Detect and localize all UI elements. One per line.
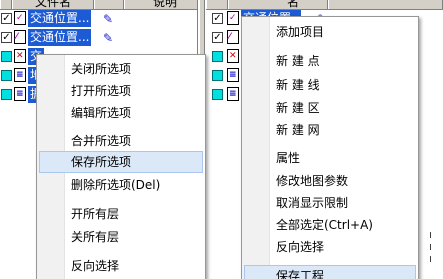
layer-checkbox[interactable]: ✓ (212, 13, 223, 24)
menu-item-save-project[interactable]: 保存工程 (244, 265, 416, 279)
region-layer-icon: ✕ (227, 49, 239, 63)
doc-layer-icon: ≡ (14, 68, 26, 82)
doc-layer-icon: ≡ (14, 87, 26, 101)
menu-item-new-point[interactable]: 新 建 点 (244, 50, 416, 72)
layer-checkbox[interactable]: ✓ (1, 13, 12, 24)
menu-item-close-selected[interactable]: 关闭所选项 (39, 58, 203, 80)
layer-checkbox[interactable] (212, 70, 223, 81)
scroll-tick (430, 232, 431, 238)
edit-status-icon[interactable]: ✎ (100, 31, 116, 45)
menu-item-new-line[interactable]: 新 建 线 (244, 74, 416, 96)
doc-layer-icon: ≡ (227, 68, 239, 82)
menu-separator (272, 261, 416, 262)
column-header-status[interactable] (328, 0, 443, 9)
layer-row[interactable]: ✓ ✓ 交通位置... ✎ (0, 10, 197, 27)
menu-item-open-selected[interactable]: 打开所选项 (39, 80, 203, 102)
menu-separator (67, 127, 203, 128)
layer-checkbox[interactable]: ✓ (212, 32, 223, 43)
menu-item-edit-selected[interactable]: 编辑所选项 (39, 102, 203, 124)
layer-checkbox[interactable] (212, 51, 223, 62)
menu-item-add-project[interactable]: 添加项目 (244, 21, 416, 43)
menu-item-close-all-layers[interactable]: 关所有层 (39, 226, 203, 248)
column-header-icon[interactable] (206, 0, 228, 9)
region-layer-icon: ✕ (14, 49, 26, 63)
layer-name: 交通位置... (28, 10, 92, 27)
menu-item-new-network[interactable]: 新 建 网 (244, 119, 416, 141)
menu-item-properties[interactable]: 属性 (244, 147, 416, 169)
column-header-row: 文件名 说明 (0, 0, 197, 10)
layer-checkbox[interactable] (1, 70, 12, 81)
layer-checkbox[interactable] (1, 89, 12, 100)
column-header-icon[interactable] (0, 0, 12, 9)
edit-status-icon[interactable]: ✎ (100, 12, 116, 26)
layer-row[interactable]: ✓ ⁄ 交通位置... ✎ (0, 29, 197, 46)
menu-separator (272, 144, 416, 145)
line-layer-icon: ⁄ (14, 30, 26, 44)
layer-checkbox[interactable] (1, 51, 12, 62)
column-header-filename[interactable]: 名 (228, 0, 328, 9)
menu-item-invert-selection[interactable]: 反向选择 (244, 236, 416, 258)
menu-item-new-region[interactable]: 新 建 区 (244, 97, 416, 119)
menu-item-edit-map-params[interactable]: 修改地图参数 (244, 170, 416, 192)
menu-item-save-selected[interactable]: 保存所选项 (39, 151, 203, 173)
menu-item-cancel-display-limit[interactable]: 取消显示限制 (244, 192, 416, 214)
point-layer-icon: ✓ (227, 11, 239, 25)
menu-item-open-all-layers[interactable]: 开所有层 (39, 203, 203, 225)
layer-context-menu: 关闭所选项 打开所选项 编辑所选项 合并所选项 保存所选项 删除所选项(Del)… (36, 54, 206, 279)
menu-item-select-all[interactable]: 全部选定(Ctrl+A) (244, 214, 416, 236)
column-header-row: 名 (206, 0, 443, 10)
menu-item-merge-selected[interactable]: 合并所选项 (39, 130, 203, 152)
scroll-tick (430, 256, 431, 262)
scroll-tick (430, 244, 431, 250)
column-header-filename[interactable]: 文件名 (12, 0, 94, 9)
point-layer-icon: ✓ (14, 11, 26, 25)
layer-checkbox[interactable]: ✓ (1, 32, 12, 43)
doc-layer-icon: ≡ (227, 87, 239, 101)
project-context-menu: 添加项目 新 建 点 新 建 线 新 建 区 新 建 网 属性 修改地图参数 取… (241, 16, 419, 279)
menu-separator (67, 251, 203, 252)
menu-item-invert-selection[interactable]: 反向选择 (39, 255, 203, 277)
menu-item-delete-selected[interactable]: 删除所选项(Del) (39, 174, 203, 196)
menu-separator (67, 199, 203, 200)
menu-separator (272, 47, 416, 48)
column-header-description[interactable]: 说明 (124, 0, 197, 9)
layer-checkbox[interactable] (212, 89, 223, 100)
column-header-status[interactable] (94, 0, 124, 9)
line-layer-icon: ⁄ (227, 30, 239, 44)
layer-name: 交通位置... (28, 29, 92, 46)
